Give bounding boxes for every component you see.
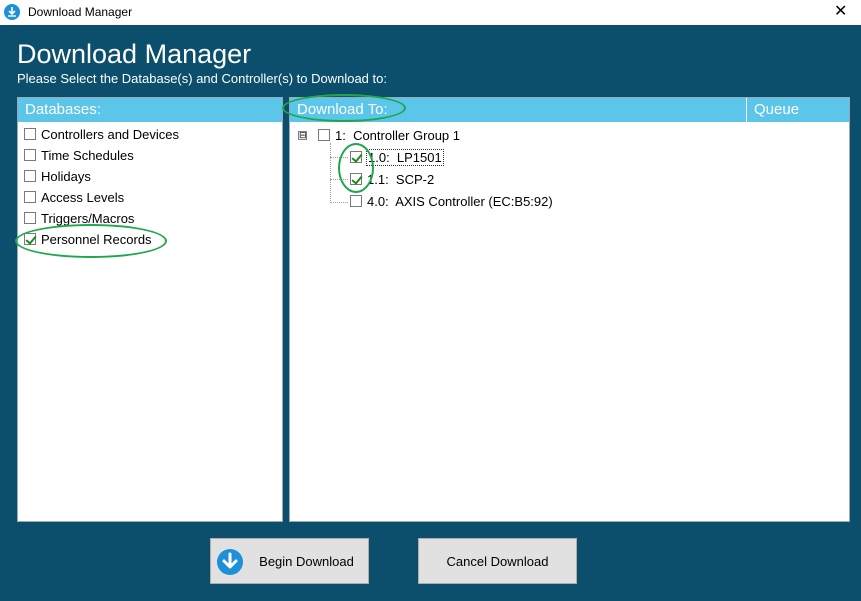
instructions-text: Please Select the Database(s) and Contro… <box>17 71 387 86</box>
tree-node-label: 1.0: LP1501 <box>366 148 444 166</box>
page-title: Download Manager <box>17 39 252 69</box>
cancel-download-label: Cancel Download <box>446 553 549 569</box>
begin-download-label: Begin Download <box>259 553 354 569</box>
checkbox[interactable] <box>24 128 36 140</box>
checkbox[interactable] <box>24 191 36 203</box>
database-item-label: Time Schedules <box>41 147 134 163</box>
checkbox[interactable] <box>24 170 36 182</box>
database-item-label: Holidays <box>41 168 91 184</box>
databases-header: Databases: <box>18 98 282 122</box>
tree-node-axis-controller[interactable]: 4.0: AXIS Controller (EC:B5:92) <box>350 191 553 211</box>
database-item-controllers-and-devices[interactable]: Controllers and Devices <box>24 124 179 144</box>
database-item-label: Access Levels <box>41 189 125 205</box>
database-item-time-schedules[interactable]: Time Schedules <box>24 145 134 165</box>
checkbox[interactable] <box>318 129 330 141</box>
download-icon <box>217 549 243 575</box>
tree-node-label: 4.0: AXIS Controller (EC:B5:92) <box>367 193 553 209</box>
collapse-icon[interactable]: ⊟ <box>298 131 307 140</box>
window-title: Download Manager <box>28 5 133 19</box>
tree-connector <box>330 143 331 203</box>
title-bar: Download Manager ✕ <box>0 0 861 25</box>
highlight-ellipse <box>15 224 167 258</box>
database-item-access-levels[interactable]: Access Levels <box>24 187 124 207</box>
tree-node-label: 1.1: SCP-2 <box>367 171 435 187</box>
checkbox[interactable] <box>24 212 36 224</box>
begin-download-button[interactable]: Begin Download <box>210 538 369 584</box>
queue-header: Queue <box>754 101 800 118</box>
highlight-ellipse <box>282 94 406 122</box>
highlight-ellipse <box>338 143 374 193</box>
tree-node-label: 1: Controller Group 1 <box>335 127 461 143</box>
databases-panel: Databases: Controllers and Devices Time … <box>17 97 283 522</box>
close-icon[interactable]: ✕ <box>834 2 847 22</box>
database-item-label: Controllers and Devices <box>41 126 180 142</box>
checkbox[interactable] <box>24 149 36 161</box>
database-item-holidays[interactable]: Holidays <box>24 166 91 186</box>
checkbox[interactable] <box>350 195 362 207</box>
tree-connector <box>330 202 348 203</box>
cancel-download-button[interactable]: Cancel Download <box>418 538 577 584</box>
tree-node-controller-group-1[interactable]: 1: Controller Group 1 <box>318 125 460 145</box>
main-area: Download Manager Please Select the Datab… <box>0 25 861 601</box>
download-app-icon <box>4 4 20 20</box>
